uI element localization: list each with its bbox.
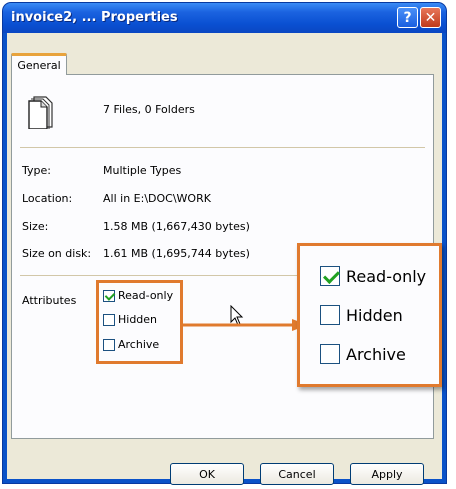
size-on-disk-value: 1.61 MB (1,695,744 bytes) [103,247,250,260]
checkbox-unchecked [320,305,340,325]
archive-checkbox[interactable]: Archive [103,338,159,351]
archive-label: Archive [118,338,160,351]
attributes-label: Attributes [22,294,77,307]
checkbox-unchecked[interactable] [103,338,115,351]
zoom-read-only: Read-only [320,266,426,286]
read-only-checkbox[interactable]: Read-only [103,289,173,302]
size-label: Size: [22,220,49,233]
selection-summary: 7 Files, 0 Folders [103,103,195,116]
zoom-read-only-label: Read-only [346,266,427,286]
divider [20,147,425,148]
location-value: All in E:\DOC\WORK [103,192,211,205]
apply-button[interactable]: Apply [350,463,424,485]
zoom-hidden-label: Hidden [346,305,403,325]
type-label: Type: [22,164,51,177]
file-stack-icon [28,96,53,129]
cancel-button[interactable]: Cancel [260,463,334,485]
callout-arrow-icon [182,319,308,331]
checkbox-unchecked[interactable] [103,313,115,326]
hidden-label: Hidden [118,313,158,326]
attributes-highlight: Read-only Hidden Archive [96,280,183,364]
checkbox-checked[interactable] [103,289,115,302]
zoom-hidden: Hidden [320,305,403,325]
zoom-archive-label: Archive [346,344,406,364]
tab-general[interactable]: General [11,53,67,75]
location-label: Location: [22,192,73,205]
hidden-checkbox[interactable]: Hidden [103,313,157,326]
close-button[interactable]: ✕ [420,7,441,28]
size-value: 1.58 MB (1,667,430 bytes) [103,220,250,233]
window-title: invoice2, ... Properties [11,10,178,25]
type-value: Multiple Types [103,164,182,177]
zoom-archive: Archive [320,344,406,364]
checkbox-unchecked [320,344,340,364]
checkbox-checked [320,266,340,286]
help-button[interactable]: ? [397,7,418,28]
read-only-label: Read-only [118,289,174,302]
zoom-callout: Read-only Hidden Archive [297,243,442,387]
ok-button[interactable]: OK [170,463,244,485]
title-bar[interactable]: invoice2, ... Properties ? ✕ [3,3,446,33]
size-on-disk-label: Size on disk: [22,247,92,260]
